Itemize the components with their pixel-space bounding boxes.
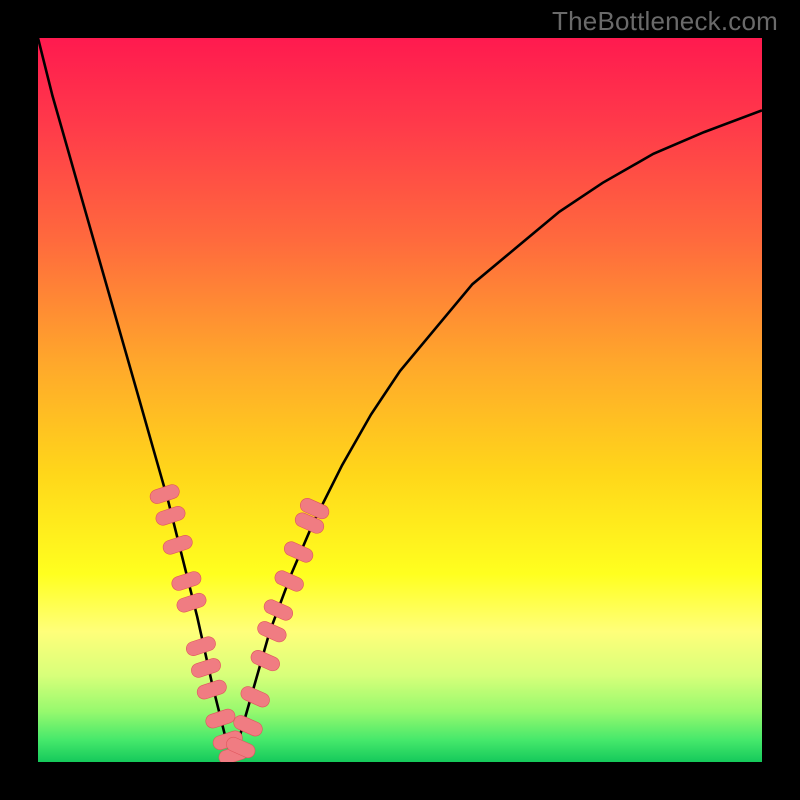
background-gradient [38,38,762,762]
chart-frame: TheBottleneck.com [0,0,800,800]
watermark-text: TheBottleneck.com [552,6,778,37]
chart-svg [38,38,762,762]
plot-area [38,38,762,762]
